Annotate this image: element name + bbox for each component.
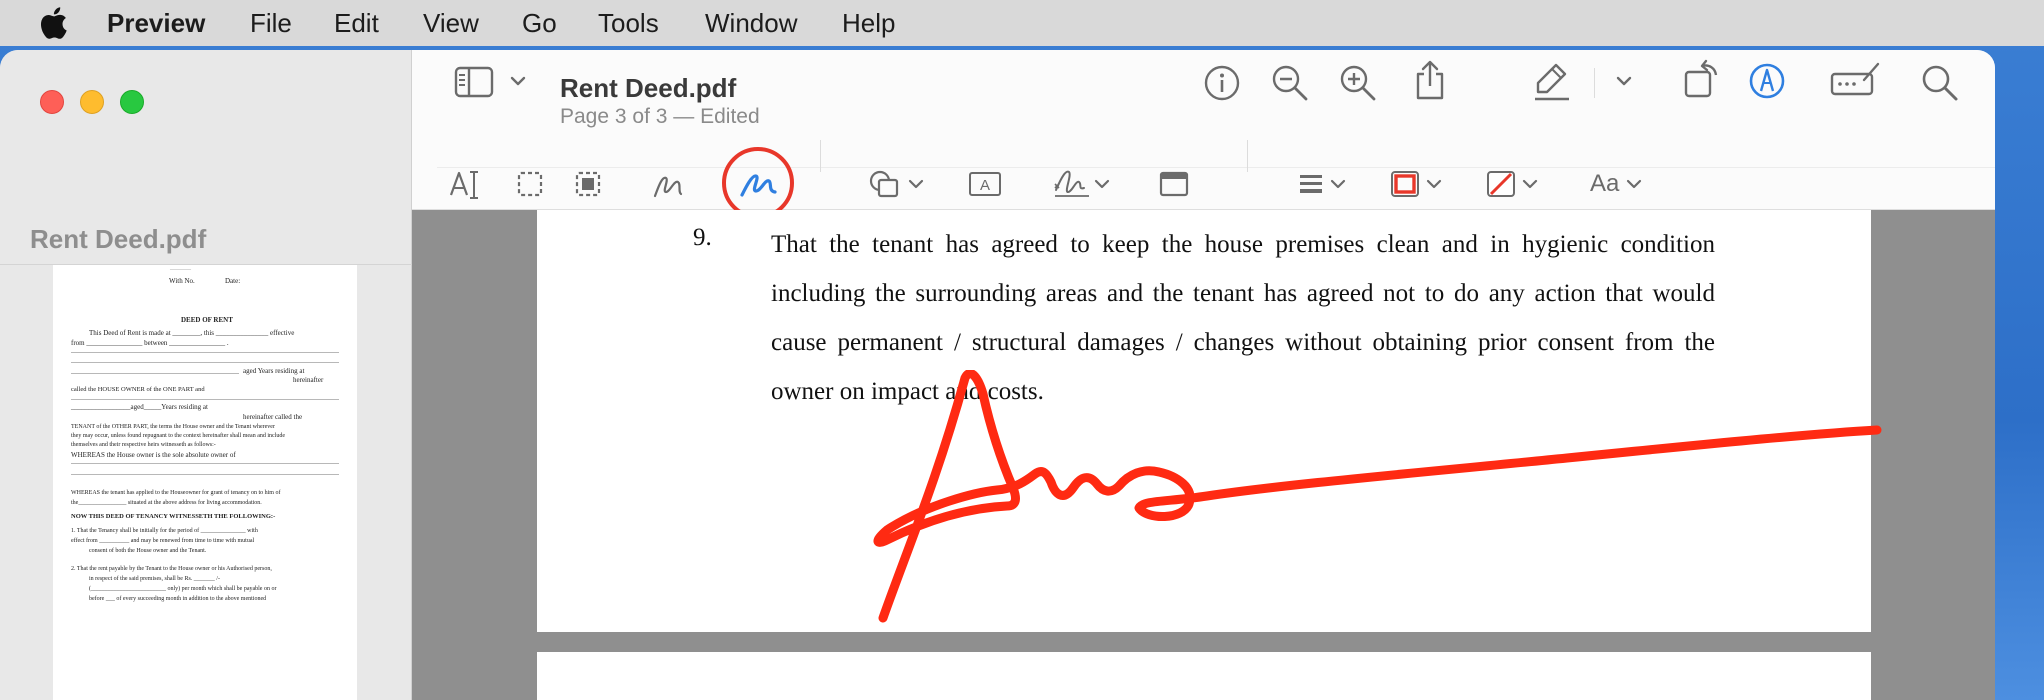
rotate-icon[interactable] xyxy=(1682,58,1720,100)
highlight-icon[interactable] xyxy=(1532,60,1572,102)
text-selection-icon[interactable] xyxy=(448,168,482,200)
pdf-page-next[interactable] xyxy=(537,652,1871,700)
close-button[interactable] xyxy=(40,90,64,114)
thumb-line: consent of both the House owner and the … xyxy=(89,548,207,554)
thumb-line: hereinafter xyxy=(293,376,324,384)
text-style-icon[interactable]: Aa xyxy=(1590,170,1619,198)
thumb-line: from ________________ between __________… xyxy=(71,339,229,347)
thumb-rule xyxy=(71,373,239,374)
chevron-down-icon[interactable] xyxy=(908,178,924,190)
thumb-date: Date: xyxy=(225,277,241,285)
thumb-rule xyxy=(71,352,339,353)
menu-help[interactable]: Help xyxy=(842,8,895,38)
note-icon[interactable] xyxy=(1158,170,1190,198)
thumb-rule xyxy=(71,399,339,400)
thumb-line: in respect of the said premises, shall b… xyxy=(89,576,220,582)
sidebar-doc-name: Rent Deed.pdf xyxy=(30,224,207,254)
menu-edit[interactable]: Edit xyxy=(334,8,379,38)
chevron-down-icon[interactable] xyxy=(1426,178,1442,190)
search-icon[interactable] xyxy=(1920,63,1960,103)
zoom-in-icon[interactable] xyxy=(1338,63,1378,103)
rectangular-selection-icon[interactable] xyxy=(516,170,544,198)
sidebar-toggle-icon[interactable] xyxy=(454,65,494,99)
thumb-line: This Deed of Rent is made at ________, t… xyxy=(89,329,295,337)
menu-window[interactable]: Window xyxy=(705,8,797,38)
thumb-line: aged Years residing at xyxy=(243,367,305,375)
fill-color-icon[interactable] xyxy=(1486,170,1516,198)
toolbar-separator xyxy=(1594,68,1595,98)
menu-tools[interactable]: Tools xyxy=(598,8,659,38)
preview-window: Rent Deed.pdf ——— With No. Date: DEED OF… xyxy=(0,50,1995,700)
thumb-line: themselves and their respective heirs wi… xyxy=(71,442,216,448)
chevron-down-icon[interactable] xyxy=(1626,178,1642,190)
border-color-icon[interactable] xyxy=(1390,170,1420,198)
thumb-line: called the HOUSE OWNER of the ONE PART a… xyxy=(71,386,205,393)
text-box-label: A xyxy=(980,177,990,194)
menu-bar: Preview File Edit View Go Tools Window H… xyxy=(0,0,2044,46)
page-thumbnail[interactable]: ——— With No. Date: DEED OF RENT This Dee… xyxy=(53,265,357,700)
form-fill-icon[interactable] xyxy=(1830,60,1882,100)
thumb-line: (_________________________ only) per mon… xyxy=(89,586,277,592)
toolbar: Rent Deed.pdf Page 3 of 3 — Edited A Aa xyxy=(412,50,1995,219)
sketch-icon[interactable] xyxy=(652,170,684,200)
text-box-icon[interactable]: A xyxy=(968,170,1002,198)
menu-go[interactable]: Go xyxy=(522,8,557,38)
apple-icon[interactable] xyxy=(38,6,68,40)
thumb-line: WHEREAS the tenant has applied to the Ho… xyxy=(71,490,281,496)
thumb-rule xyxy=(71,474,339,475)
menu-app-name[interactable]: Preview xyxy=(107,8,205,38)
thumb-line: 1. That the Tenancy shall be initially f… xyxy=(71,528,258,534)
zoom-out-icon[interactable] xyxy=(1270,63,1310,103)
toolbar-row-divider xyxy=(437,167,1995,168)
thumb-heading: DEED OF RENT xyxy=(181,316,233,324)
share-icon[interactable] xyxy=(1412,58,1448,102)
toolbar-separator xyxy=(1247,140,1248,172)
thumb-line: TENANT of the OTHER PART, the terms the … xyxy=(71,424,275,430)
thumb-line: WHEREAS the House owner is the sole abso… xyxy=(71,451,236,459)
chevron-down-icon[interactable] xyxy=(510,75,526,87)
thumb-with-no: With No. xyxy=(169,277,195,285)
shapes-icon[interactable] xyxy=(868,168,902,200)
markup-icon[interactable] xyxy=(1748,62,1786,100)
thumb-rule xyxy=(71,463,339,464)
thumb-rule xyxy=(71,362,339,363)
zoom-button[interactable] xyxy=(120,90,144,114)
document-subtitle: Page 3 of 3 — Edited xyxy=(560,105,760,128)
thumb-line: NOW THIS DEED OF TENANCY WITNESSETH THE … xyxy=(71,513,276,520)
shape-style-icon[interactable] xyxy=(1298,172,1324,196)
thumb-line: they may occur, unless found repugnant t… xyxy=(71,433,286,439)
thumb-header-fragment: ——— xyxy=(170,265,191,273)
pdf-page[interactable]: 9. That the tenant has agreed to keep th… xyxy=(537,210,1882,632)
paragraph-number: 9. xyxy=(693,224,712,251)
handwritten-signature[interactable] xyxy=(867,370,1917,630)
thumb-line: effect from __________ and may be renewe… xyxy=(71,538,255,544)
thumb-line: the________________ situated at the abov… xyxy=(71,500,262,506)
thumb-line: 2. That the rent payable by the Tenant t… xyxy=(71,566,272,572)
info-icon[interactable] xyxy=(1203,64,1241,102)
chevron-down-icon[interactable] xyxy=(1330,178,1346,190)
minimize-button[interactable] xyxy=(80,90,104,114)
sign-icon[interactable] xyxy=(1052,166,1092,200)
document-title: Rent Deed.pdf xyxy=(560,73,737,103)
thumb-line: _________________aged_____Years residing… xyxy=(71,403,208,411)
menu-file[interactable]: File xyxy=(250,8,292,38)
chevron-down-icon[interactable] xyxy=(1616,75,1632,87)
chevron-down-icon[interactable] xyxy=(1522,178,1538,190)
thumb-line: before ___ of every succeeding month in … xyxy=(89,596,267,602)
menu-view[interactable]: View xyxy=(423,8,479,38)
thumb-line: hereinafter called the xyxy=(243,413,303,421)
smart-lasso-icon[interactable] xyxy=(574,170,602,198)
chevron-down-icon[interactable] xyxy=(1094,178,1110,190)
toolbar-separator xyxy=(820,140,821,172)
document-canvas[interactable]: 9. That the tenant has agreed to keep th… xyxy=(412,210,1995,700)
